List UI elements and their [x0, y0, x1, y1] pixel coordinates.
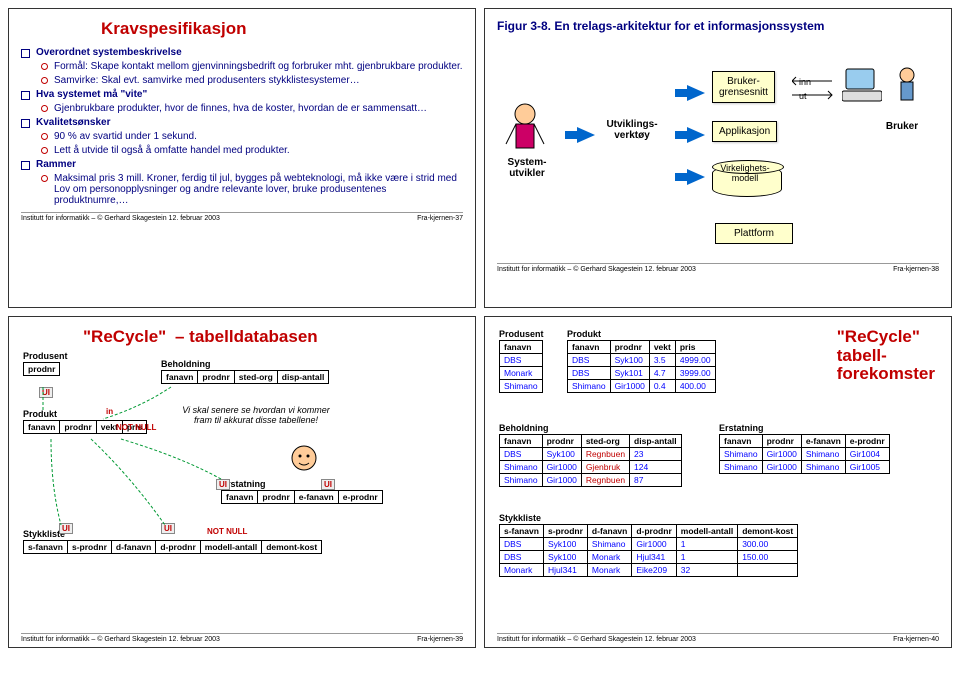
recycle-subtitle: – tabelldatabasen: [175, 327, 318, 346]
table-beholdning: fanavnprodnrsted-orgdisp-antallDBSSyk100…: [499, 434, 682, 487]
ui-badge: UI: [216, 479, 230, 490]
slide-tabelldatabasen: "ReCycle" – tabelldatabasen Produsent pr…: [8, 316, 476, 648]
not-null-label: NOT NULL: [116, 423, 156, 432]
table-erstatning: fanavnprodnre-fanavne-prodnrShimanoGir10…: [719, 434, 890, 474]
recycle-subtitle: tabell- forekomster: [837, 347, 935, 383]
sub-bullet: Maksimal pris 3 mill. Kroner, ferdig til…: [41, 173, 463, 206]
arrow-icon: [687, 127, 705, 143]
arrow-icon: [577, 127, 595, 143]
table-title-beholdning: Beholdning: [161, 359, 329, 369]
ui-badge: UI: [39, 387, 53, 398]
footer-left: Institutt for informatikk – © Gerhard Sk…: [497, 636, 696, 643]
bullet: Rammer: [21, 159, 463, 170]
table-title-erstatning: Erstatning: [719, 423, 890, 433]
table-title-produsent: Produsent: [499, 329, 544, 339]
table-beholdning: fanavn prodnr sted-org disp-antall: [161, 370, 329, 384]
table-stykkliste: s-fanavns-prodnrd-fanavnd-prodnrmodell-a…: [499, 524, 798, 577]
note-text: Vi skal senere se hvordan vi kommer fram…: [176, 405, 336, 425]
arrow-icon: [687, 169, 705, 185]
ui-badge: UI: [59, 523, 73, 534]
label-verktoy: Utviklings- verktøy: [597, 119, 667, 141]
sub-bullet: 90 % av svartid under 1 sekund.: [41, 131, 463, 142]
developer-icon: [502, 102, 548, 159]
bullet: Hva systemet må "vite": [21, 89, 463, 100]
slide-footer: Institutt for informatikk – © Gerhard Sk…: [21, 633, 463, 643]
footer-left: Institutt for informatikk – © Gerhard Sk…: [497, 266, 696, 273]
arrow-icon: [687, 85, 705, 101]
table-title-beholdning: Beholdning: [499, 423, 682, 433]
computer-icon: [842, 67, 882, 110]
ui-badge: UI: [321, 479, 335, 490]
page-number: Fra-kjernen-40: [893, 636, 939, 643]
table-produsent: fanavnDBSMonarkShimano: [499, 340, 543, 393]
footer-left: Institutt for informatikk – © Gerhard Sk…: [21, 636, 220, 643]
bullet-text: Rammer: [36, 159, 76, 170]
slide-title: Kravspesifikasjon: [101, 19, 463, 39]
table-title-stykkliste: Stykkliste: [499, 513, 798, 523]
recycle-title: "ReCycle": [837, 327, 935, 347]
page-number: Fra-kjernen-38: [893, 266, 939, 273]
bullet: Overordnet systembeskrivelse: [21, 47, 463, 58]
table-title-produsent: Produsent: [23, 351, 68, 361]
user-icon: [892, 67, 922, 110]
label-virkelighetsmodell: Virkelighets- modell: [710, 163, 780, 183]
architecture-diagram: System- utvikler Utviklings- verktøy Bru…: [497, 47, 939, 257]
box-applikasjon: Applikasjon: [712, 121, 777, 142]
table-title-erstatning: Erstatning: [221, 479, 383, 489]
in-label: in: [106, 407, 113, 416]
table-produkt: fanavnprodnrvektprisDBSSyk1003.54999.00D…: [567, 340, 716, 393]
sub-bullet: Formål: Skape kontakt mellom gjenvinning…: [41, 61, 463, 72]
inn-ut-arrows-icon: [792, 75, 840, 105]
box-plattform: Plattform: [715, 223, 793, 244]
page-number: Fra-kjernen-37: [417, 215, 463, 222]
bullet: Kvalitetsønsker: [21, 117, 463, 128]
bullet-text: Kvalitetsønsker: [36, 117, 110, 128]
table-title-produkt: Produkt: [23, 409, 147, 419]
sub-bullet: Samvirke: Skal evt. samvirke med produse…: [41, 75, 463, 86]
sub-bullet: Gjenbrukbare produkter, hvor de finnes, …: [41, 103, 463, 114]
table-title-produkt: Produkt: [567, 329, 716, 339]
page-number: Fra-kjernen-39: [417, 636, 463, 643]
label-bruker: Bruker: [867, 121, 937, 132]
table-stykkliste: s-fanavn s-prodnr d-fanavn d-prodnr mode…: [23, 540, 322, 554]
footer-left: Institutt for informatikk – © Gerhard Sk…: [21, 215, 220, 222]
slide-tabellforekomster: "ReCycle" tabell- forekomster Produsent …: [484, 316, 952, 648]
recycle-title: "ReCycle": [83, 327, 166, 346]
box-brukergrensesnitt: Bruker- grensesnitt: [712, 71, 775, 103]
face-icon: [291, 445, 317, 474]
bullet-text: Hva systemet må "vite": [36, 89, 147, 100]
slide-footer: Institutt for informatikk – © Gerhard Sk…: [497, 633, 939, 643]
table-produsent: prodnr: [23, 362, 60, 376]
figure-title: Figur 3-8. En trelags-arkitektur for et …: [497, 19, 939, 33]
label-systemutvikler: System- utvikler: [492, 157, 562, 179]
slide-footer: Institutt for informatikk – © Gerhard Sk…: [21, 212, 463, 222]
ui-badge: UI: [161, 523, 175, 534]
slide-footer: Institutt for informatikk – © Gerhard Sk…: [497, 263, 939, 273]
table-erstatning: fanavn prodnr e-fanavn e-prodnr: [221, 490, 383, 504]
slide-kravspesifikasjon: Kravspesifikasjon Overordnet systembeskr…: [8, 8, 476, 308]
not-null-label: NOT NULL: [207, 527, 247, 536]
slide-arkitektur: Figur 3-8. En trelags-arkitektur for et …: [484, 8, 952, 308]
sub-bullet: Lett å utvide til også å omfatte handel …: [41, 145, 463, 156]
bullet-text: Overordnet systembeskrivelse: [36, 47, 182, 58]
